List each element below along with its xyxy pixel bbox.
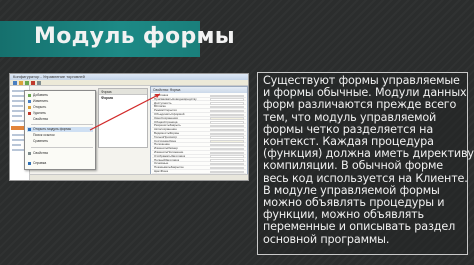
- description-line: переменные и описывать раздел: [263, 220, 456, 234]
- description-line: основной программы.: [263, 232, 390, 246]
- arrow-line: [89, 93, 161, 131]
- configurator-screenshot: Конфигуратор - Управление торговлей Форм…: [9, 73, 249, 181]
- description-text: Существуют формы управляемые и формы обыч…: [263, 74, 474, 246]
- slide-title: Модуль формы: [34, 24, 235, 49]
- description-box: Существуют формы управляемые и формы обыч…: [257, 72, 474, 255]
- description-line: тем, что модуль управляемой: [263, 110, 437, 124]
- description-line: форм различаются прежде всего: [263, 98, 457, 112]
- pointer-arrow: [89, 93, 161, 131]
- description-line: весь код используется на Клиенте.: [263, 171, 468, 185]
- description-line: компиляции. В обычной форме: [263, 159, 443, 173]
